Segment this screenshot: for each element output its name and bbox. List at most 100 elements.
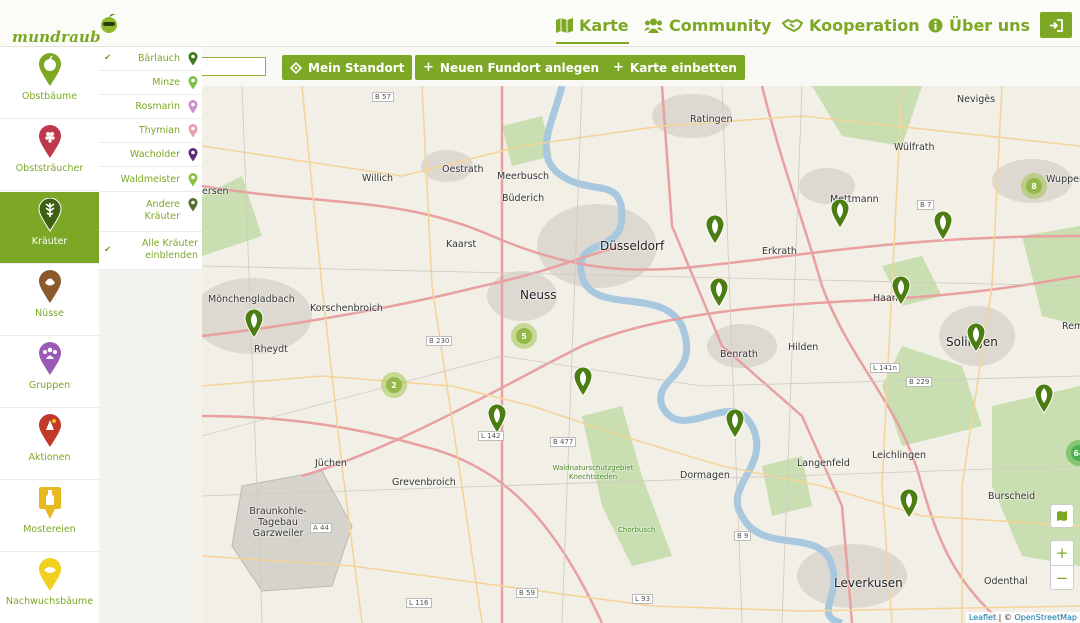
herb-marker[interactable] <box>725 409 745 439</box>
herb-filter-andere[interactable]: Andere Kräuter <box>99 192 202 232</box>
category-aktionen[interactable]: Aktionen <box>0 408 99 480</box>
herb-marker[interactable] <box>891 276 911 306</box>
category-nuesse[interactable]: Nüsse <box>0 264 99 336</box>
location-search-input[interactable] <box>198 57 266 76</box>
place-label: Braunkohle-Tagebau Garzweiler <box>249 506 307 539</box>
herb-marker[interactable] <box>705 215 725 245</box>
marker-cluster[interactable]: 5 <box>511 323 537 349</box>
herb-label: Waldmeister <box>120 174 180 185</box>
marker-cluster[interactable]: 8 <box>1021 173 1047 199</box>
herb-pin-icon <box>188 100 198 114</box>
herb-pin-icon <box>188 124 198 138</box>
place-label: Mönchengladbach <box>208 294 295 305</box>
apple-logo-icon <box>101 13 117 33</box>
herb-label: Rosmarin <box>135 101 180 112</box>
map-layers-icon <box>1057 511 1067 521</box>
herb-pin-icon <box>188 76 198 90</box>
cluster-count: 64 <box>1071 445 1080 461</box>
herb-filter-alle[interactable]: ✔ Alle Kräuter einblenden <box>99 232 202 270</box>
cluster-count: 8 <box>1026 178 1042 194</box>
herb-marker[interactable] <box>830 199 850 229</box>
category-obststraeucher[interactable]: Obststräucher <box>0 119 99 191</box>
herb-marker[interactable] <box>709 278 729 308</box>
group-pin-icon <box>38 342 61 375</box>
category-mostereien[interactable]: Mostereien <box>0 480 99 552</box>
herb-filter-minze[interactable]: Minze <box>99 71 202 95</box>
attribution-separator: | © <box>996 613 1015 622</box>
marker-cluster[interactable]: 2 <box>381 372 407 398</box>
header: mundraub Karte Community Kooperation Übe… <box>0 0 1080 47</box>
place-label: Wülfrath <box>894 142 935 153</box>
nav-community[interactable]: Community <box>644 12 771 38</box>
plus-icon: + <box>423 60 434 75</box>
category-label: Gruppen <box>28 380 71 391</box>
nav-kooperation[interactable]: Kooperation <box>782 12 920 38</box>
sapling-pin-icon <box>38 558 61 591</box>
category-kraeuter[interactable]: Kräuter <box>0 192 99 264</box>
herb-marker[interactable] <box>573 367 593 397</box>
add-location-button[interactable]: + Neuen Fundort anlegen <box>415 55 608 80</box>
zoom-in-button[interactable]: + <box>1051 541 1073 565</box>
place-label: Korschenbroich <box>310 303 383 314</box>
herb-marker[interactable] <box>899 489 919 519</box>
crosshair-icon <box>290 61 302 74</box>
place-label: Hilden <box>788 342 819 353</box>
road-label: L 93 <box>632 594 654 604</box>
category-nachwuchsbaeume[interactable]: Nachwuchsbäume <box>0 552 99 623</box>
nav-label: Karte <box>579 15 629 35</box>
road-label: B 7 <box>917 200 935 210</box>
herb-marker[interactable] <box>966 323 986 353</box>
category-label: Aktionen <box>28 452 71 463</box>
road-label: B 59 <box>516 588 538 598</box>
place-label: Erkrath <box>762 246 797 257</box>
road-label: L 141n <box>870 363 900 373</box>
category-label: Nüsse <box>35 308 64 319</box>
herb-filter-waldmeister[interactable]: Waldmeister <box>99 167 202 192</box>
herb-filter-rosmarin[interactable]: Rosmarin <box>99 95 202 119</box>
zoom-out-button[interactable]: − <box>1051 565 1073 589</box>
herb-pin-icon <box>188 148 198 162</box>
place-label: Jüchen <box>315 458 347 469</box>
place-label: Kaarst <box>446 239 477 250</box>
category-label: Mostereien <box>23 524 76 535</box>
herb-marker[interactable] <box>244 309 264 339</box>
sign-in-icon <box>1050 18 1063 32</box>
herb-marker[interactable] <box>487 404 507 434</box>
embed-map-button[interactable]: + Karte einbetten <box>605 55 745 80</box>
map[interactable]: Ratingen Nevigès Wülfrath Oestrath Meerb… <box>202 86 1080 623</box>
handshake-icon <box>782 18 803 32</box>
place-label: Leichlingen <box>872 450 927 461</box>
herb-pin-icon <box>188 52 198 66</box>
place-label: Benrath <box>720 349 758 360</box>
nav-label: Community <box>669 15 772 35</box>
apple-pin-icon <box>38 53 61 86</box>
herb-marker[interactable] <box>1034 384 1054 414</box>
leaflet-link[interactable]: Leaflet <box>969 613 996 622</box>
road-label: B 477 <box>550 437 577 447</box>
berry-pin-icon <box>38 125 61 158</box>
category-label: Nachwuchsbäume <box>5 596 94 607</box>
osm-link[interactable]: OpenStreetMap <box>1014 613 1077 622</box>
category-obstbaeume[interactable]: Obstbäume <box>0 47 99 119</box>
place-label: Nevigès <box>957 94 996 105</box>
login-button[interactable] <box>1040 12 1072 38</box>
my-location-button[interactable]: Mein Standort <box>282 55 413 80</box>
layers-button[interactable] <box>1050 504 1074 528</box>
place-label: Dormagen <box>680 470 730 481</box>
place-label: Langenfeld <box>797 458 850 469</box>
herb-label: Thymian <box>138 125 180 136</box>
herb-marker[interactable] <box>933 211 953 241</box>
check-icon: ✔ <box>104 53 112 63</box>
nav-ueber-uns[interactable]: Über uns <box>928 12 1030 38</box>
category-gruppen[interactable]: Gruppen <box>0 336 99 408</box>
nut-pin-icon <box>38 270 61 303</box>
place-label: Meerbusch <box>497 171 550 182</box>
herb-filter-wacholder[interactable]: Wacholder <box>99 143 202 167</box>
nav-karte[interactable]: Karte <box>556 12 629 44</box>
map-tiles <box>202 86 1080 623</box>
place-label: Ratingen <box>690 114 733 125</box>
herb-filter-thymian[interactable]: Thymian <box>99 119 202 143</box>
herb-filter-baerlauch[interactable]: ✔ Bärlauch <box>99 47 202 71</box>
herb-label: Minze <box>152 77 180 88</box>
road-label: A 44 <box>310 523 332 533</box>
